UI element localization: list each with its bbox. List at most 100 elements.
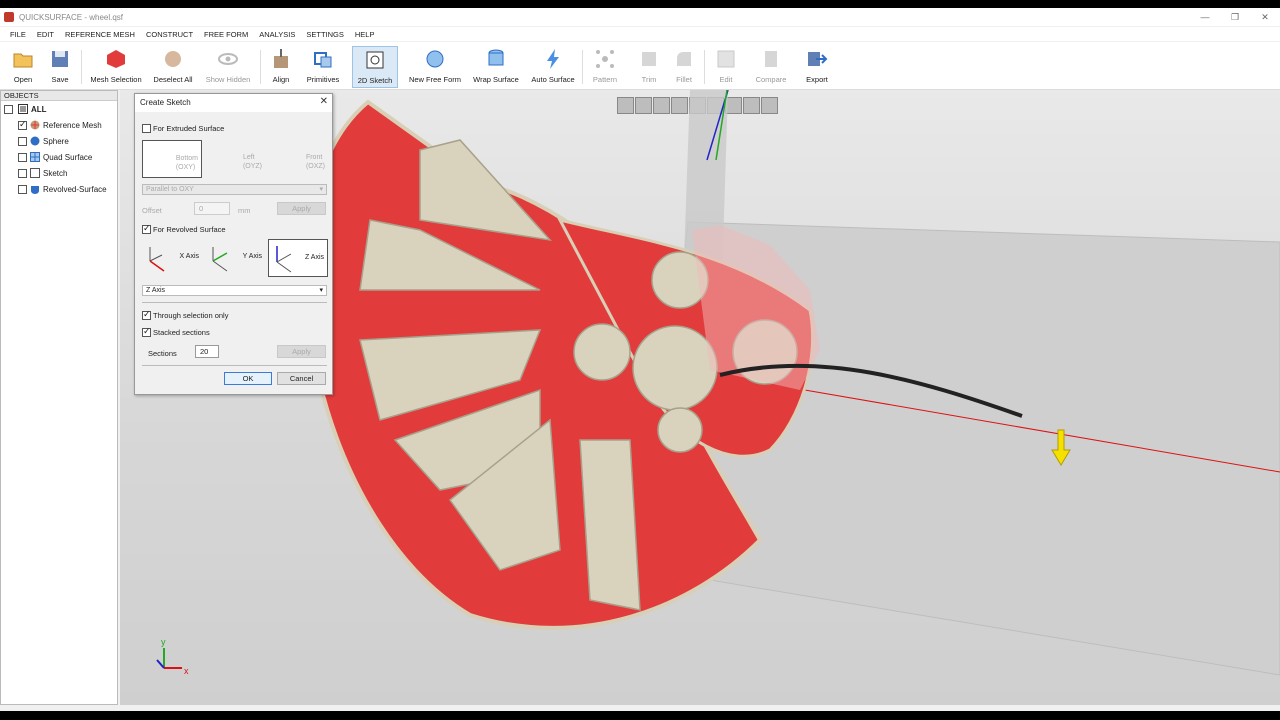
menu-edit[interactable]: EDIT bbox=[37, 30, 54, 39]
auto-surface-icon bbox=[547, 49, 559, 69]
sections-input[interactable]: 20 bbox=[195, 345, 219, 358]
wrap-surface-label: Wrap Surface bbox=[473, 75, 519, 84]
menu-help[interactable]: HELP bbox=[355, 30, 375, 39]
menu-analysis[interactable]: ANALYSIS bbox=[259, 30, 295, 39]
menu-construct[interactable]: CONSTRUCT bbox=[146, 30, 193, 39]
wrap-surface-button[interactable]: Wrap Surface bbox=[468, 46, 524, 88]
revolved-option[interactable]: For Revolved Surface bbox=[142, 223, 226, 234]
deselect-all-icon bbox=[165, 51, 181, 67]
extruded-option[interactable]: For Extruded Surface bbox=[142, 124, 224, 133]
new-free-form-label: New Free Form bbox=[408, 75, 462, 84]
dialog-close-icon[interactable]: ✕ bbox=[320, 96, 328, 107]
align-label: Align bbox=[272, 75, 290, 84]
ribbon-toolbar: Open Save Mesh Selection Deselect All Sh… bbox=[0, 42, 1280, 90]
stacked-sections-checkbox[interactable] bbox=[142, 326, 151, 337]
revolved-surface-checkbox[interactable] bbox=[18, 184, 27, 194]
trim-button[interactable]: Trim bbox=[633, 46, 665, 88]
export-button[interactable]: Export bbox=[800, 46, 834, 88]
apply-sections-button[interactable]: Apply bbox=[277, 345, 326, 358]
fillet-button[interactable]: Fillet bbox=[668, 46, 700, 88]
create-sketch-dialog: Create Sketch ✕ For Extruded Surface Bot… bbox=[134, 93, 333, 395]
axis-y-button[interactable]: Y Axis bbox=[205, 239, 265, 277]
open-button[interactable]: Open bbox=[6, 46, 40, 88]
folder-icon bbox=[13, 53, 33, 68]
primitives-button[interactable]: Primitives bbox=[302, 46, 344, 88]
2d-sketch-button[interactable]: 2D Sketch bbox=[352, 46, 398, 88]
sketch-checkbox[interactable] bbox=[18, 168, 27, 178]
apply-offset-button[interactable]: Apply bbox=[277, 202, 326, 215]
xyz-axes-icon bbox=[149, 247, 165, 272]
save-icon bbox=[52, 51, 68, 67]
quad-surface-checkbox[interactable] bbox=[18, 152, 27, 162]
objects-header: OBJECTS bbox=[1, 91, 117, 101]
plane-front-button[interactable]: Front (OXZ) bbox=[268, 140, 328, 178]
save-button[interactable]: Save bbox=[44, 46, 76, 88]
axis-x-button[interactable]: X Axis bbox=[142, 239, 202, 277]
close-button[interactable]: ✕ bbox=[1250, 8, 1280, 26]
offset-unit: mm bbox=[238, 206, 251, 215]
sections-label: Sections bbox=[148, 349, 177, 358]
sphere-checkbox[interactable] bbox=[18, 136, 27, 146]
pattern-label: Pattern bbox=[592, 75, 618, 84]
toolbar-divider bbox=[81, 50, 82, 84]
primitives-icon bbox=[314, 52, 332, 68]
ok-button[interactable]: OK bbox=[224, 372, 272, 385]
toolbar-divider bbox=[582, 50, 583, 84]
edit-label: Edit bbox=[719, 75, 733, 84]
plane-bottom-button[interactable]: Bottom (OXY) bbox=[142, 140, 202, 178]
through-selection-option[interactable]: Through selection only bbox=[142, 309, 229, 320]
plane-select-value: Parallel to OXY bbox=[146, 186, 194, 193]
toolbar-divider bbox=[704, 50, 705, 84]
objects-panel: OBJECTS ALL Reference Mesh Sphere Quad S… bbox=[0, 90, 118, 705]
cancel-button[interactable]: Cancel bbox=[277, 372, 326, 385]
axis-select[interactable]: Z Axis ▾ bbox=[142, 285, 327, 296]
align-button[interactable]: Align bbox=[265, 46, 297, 88]
new-free-form-button[interactable]: New Free Form bbox=[406, 46, 464, 88]
maximize-button[interactable]: ❐ bbox=[1220, 8, 1250, 26]
tree-item-label: Revolved-Surface bbox=[43, 184, 107, 194]
reference-mesh-checkbox[interactable] bbox=[18, 119, 27, 130]
compare-button[interactable]: Compare bbox=[750, 46, 792, 88]
plane-select[interactable]: Parallel to OXY ▾ bbox=[142, 184, 327, 195]
deselect-all-button[interactable]: Deselect All bbox=[150, 46, 196, 88]
axis-z-label: Z Axis bbox=[304, 254, 324, 261]
offset-input[interactable]: 0 bbox=[194, 202, 230, 215]
title-bar: QUICKSURFACE - wheel.qsf — ❐ ✕ bbox=[0, 8, 1280, 26]
tree-item-reference-mesh[interactable]: Reference Mesh bbox=[1, 117, 117, 133]
window-title: QUICKSURFACE - wheel.qsf bbox=[19, 12, 124, 22]
trim-label: Trim bbox=[641, 75, 657, 84]
show-hidden-button[interactable]: Show Hidden bbox=[201, 46, 255, 88]
triad-x-label: x bbox=[184, 666, 189, 676]
tree-item-revolved-surface[interactable]: Revolved-Surface bbox=[1, 181, 117, 197]
menu-free-form[interactable]: FREE FORM bbox=[204, 30, 248, 39]
axis-triad bbox=[156, 648, 182, 669]
menu-file[interactable]: FILE bbox=[10, 30, 26, 39]
tree-item-sketch[interactable]: Sketch bbox=[1, 165, 117, 181]
tree-item-quad-surface[interactable]: Quad Surface bbox=[1, 149, 117, 165]
all-checkbox[interactable] bbox=[4, 104, 13, 114]
through-selection-checkbox[interactable] bbox=[142, 309, 151, 320]
wrap-surface-icon bbox=[488, 49, 504, 66]
mesh-selection-button[interactable]: Mesh Selection bbox=[86, 46, 146, 88]
align-icon bbox=[274, 49, 288, 68]
plane-left-button[interactable]: Left (OYZ) bbox=[205, 140, 265, 178]
auto-surface-button[interactable]: Auto Surface bbox=[528, 46, 578, 88]
tree-item-sphere[interactable]: Sphere bbox=[1, 133, 117, 149]
tree-item-label: Sketch bbox=[43, 168, 68, 178]
axis-z-button[interactable]: Z Axis bbox=[268, 239, 328, 277]
through-selection-label: Through selection only bbox=[153, 311, 229, 320]
tree-item-all-label: ALL bbox=[31, 104, 47, 114]
edit-button[interactable]: Edit bbox=[710, 46, 742, 88]
pattern-button[interactable]: Pattern bbox=[587, 46, 623, 88]
extruded-checkbox[interactable] bbox=[142, 124, 151, 133]
tree-item-label: Quad Surface bbox=[43, 152, 93, 162]
revolved-checkbox[interactable] bbox=[142, 223, 151, 234]
deselect-all-label: Deselect All bbox=[153, 75, 193, 84]
menu-settings[interactable]: SETTINGS bbox=[306, 30, 344, 39]
stacked-sections-option[interactable]: Stacked sections bbox=[142, 326, 210, 337]
tree-item-all[interactable]: ALL bbox=[1, 101, 117, 117]
export-icon bbox=[808, 52, 828, 66]
minimize-button[interactable]: — bbox=[1190, 8, 1220, 26]
menu-reference-mesh[interactable]: REFERENCE MESH bbox=[65, 30, 135, 39]
stacked-sections-label: Stacked sections bbox=[153, 328, 210, 337]
